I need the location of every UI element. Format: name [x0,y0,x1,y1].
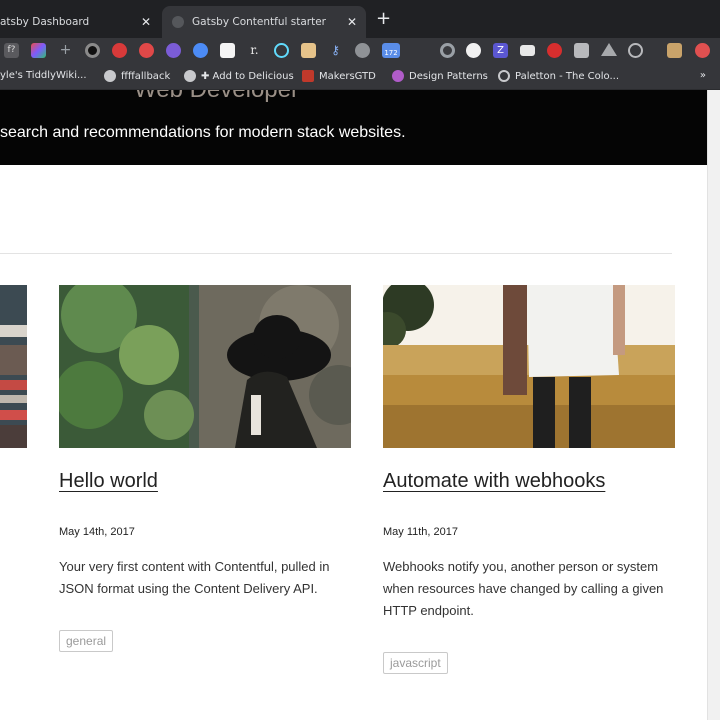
bookmark-add-to-delicious[interactable]: ✚ Add to Delicious [184,70,294,82]
article-title-link[interactable]: Automate with webhooks [383,470,605,493]
bookmark-label: ✚ Add to Delicious [201,70,294,82]
patterns-icon [392,70,404,82]
drive-icon[interactable] [601,43,617,56]
envelope-icon[interactable] [301,43,316,58]
tag-javascript[interactable]: javascript [383,652,448,674]
article-date: May 14th, 2017 [59,526,135,538]
bookmark-i-icon[interactable] [220,43,235,58]
hello-world-image[interactable] [59,285,351,448]
monitor-icon[interactable] [574,43,589,58]
section-divider [0,253,672,254]
bookmark-label: ffffallback [121,70,171,82]
key-icon[interactable]: ⚷ [328,43,343,58]
bookmark-label: yle's TiddlyWiki... [0,70,87,81]
eye-icon[interactable] [85,43,100,58]
white-dot-icon[interactable] [466,43,481,58]
red-circle-icon[interactable] [112,43,127,58]
react-atom-icon[interactable] [274,43,289,58]
folder-icon[interactable] [520,45,535,56]
tab-close-icon[interactable]: ✕ [138,15,154,29]
bookmark-label: MakersGTD [319,70,376,82]
article-title-link[interactable]: Hello world [59,470,158,493]
bookmark-ffffallback[interactable]: ffffallback [104,70,170,82]
tab-title: Gatsby Contentful starter [192,16,326,28]
bookmark-design-patterns[interactable]: Design Patterns [392,70,488,82]
red-dot-icon[interactable] [695,43,710,58]
plus-icon[interactable]: + [58,43,73,58]
bookmark-label: Design Patterns [409,70,488,82]
paletton-icon [498,70,510,82]
bookmark-tiddlywiki[interactable]: yle's TiddlyWiki... [0,70,87,81]
fx-icon[interactable]: f? [4,43,19,58]
readability-r-icon[interactable]: r. [247,43,262,58]
bookmark-label: Paletton - The Colo... [515,70,620,82]
scrollbar[interactable] [707,90,720,720]
globe-icon [104,70,116,82]
page-viewport: Web Developer search and recommendations… [0,90,707,720]
previous-article-image[interactable] [0,285,27,448]
hero-title: Web Developer [134,90,299,104]
bookmark-paletton[interactable]: Paletton - The Colo... [498,70,619,82]
article-description: Webhooks notify you, another person or s… [383,559,664,618]
new-tab-button[interactable]: + [376,10,391,28]
makers-icon [302,70,314,82]
tab-bar: atsby Dashboard ✕ Gatsby Contentful star… [0,0,720,38]
extensions-toolbar: f? + r. ⚷ 172 Z [0,38,720,64]
bookmark-makersgtd[interactable]: MakersGTD [302,70,376,82]
blue-speech-icon[interactable] [193,43,208,58]
check-circle-icon[interactable] [628,43,643,58]
gray-circle-icon[interactable] [355,43,370,58]
red-badge-icon[interactable] [139,43,154,58]
gatsby-favicon-icon [172,16,184,28]
tag-general[interactable]: general [59,630,114,652]
tab-title: atsby Dashboard [0,16,90,28]
tab-close-icon[interactable]: ✕ [344,15,360,29]
bookmarks-bar: yle's TiddlyWiki... ffffallback ✚ Add to… [0,64,720,90]
colorful-icon[interactable] [31,43,46,58]
globe-icon [184,70,196,82]
automate-with-webhooks-image[interactable] [383,285,675,448]
avatar-icon[interactable] [667,43,682,58]
more-bookmarks-icon[interactable]: » [700,70,706,81]
tab-gatsby-dashboard[interactable]: atsby Dashboard ✕ [0,6,160,38]
article-description: Your very first content with Contentful,… [59,559,330,596]
purple-c-icon[interactable] [166,43,181,58]
tab-gatsby-contentful-starter[interactable]: Gatsby Contentful starter ✕ [162,6,366,38]
hero-tagline: search and recommendations for modern st… [0,124,406,141]
calendar-icon[interactable]: 172 [382,43,400,58]
red-glasses-icon[interactable] [547,43,562,58]
hero-banner: Web Developer search and recommendations… [0,90,707,165]
article-date: May 11th, 2017 [383,526,459,538]
gray-dot-icon[interactable] [440,43,455,58]
purple-z-icon[interactable]: Z [493,43,508,58]
